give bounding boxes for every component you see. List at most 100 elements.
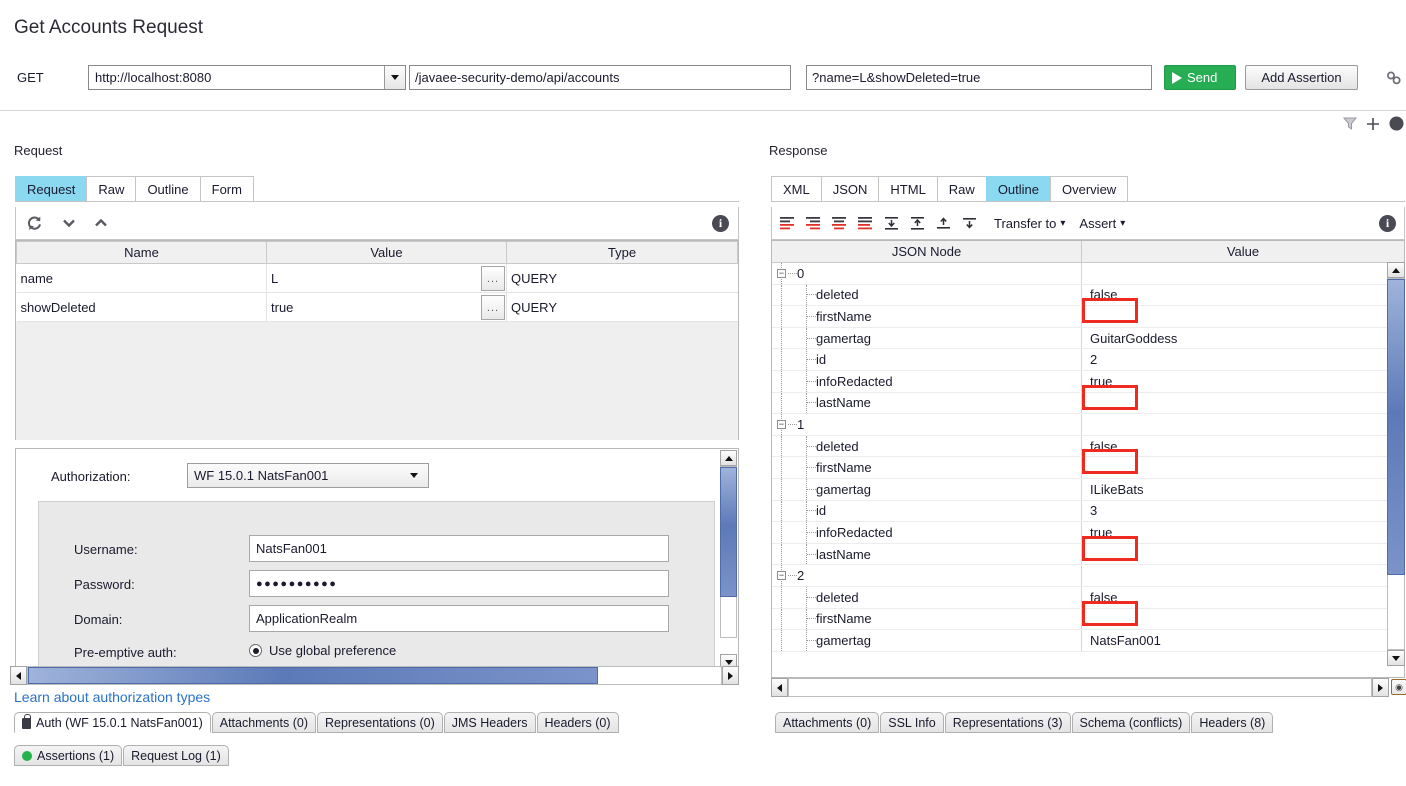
param-name-cell[interactable]: showDeleted [16, 292, 267, 322]
json-outline-row[interactable]: gamertag ILikeBats [772, 478, 1404, 501]
scroll-right-button[interactable] [1372, 678, 1389, 697]
response-hscroll-track[interactable] [788, 678, 1372, 697]
align-left-icon[interactable] [780, 216, 798, 231]
json-outline-row[interactable]: gamertag GuitarGoddess [772, 327, 1404, 350]
scroll-corner-icon[interactable]: ◉ [1391, 679, 1406, 695]
json-value-cell[interactable]: GuitarGoddess [1082, 328, 1404, 349]
json-node-cell[interactable]: lastName [772, 543, 1082, 565]
tab-response-json[interactable]: JSON [820, 176, 880, 202]
collapse-toggle-icon[interactable]: − [777, 419, 786, 429]
chevron-up-icon[interactable] [94, 217, 108, 229]
align-center-icon[interactable] [832, 216, 850, 231]
json-node-cell[interactable]: −2 [772, 565, 1082, 586]
endpoint-combo[interactable]: http://localhost:8080 [88, 65, 406, 90]
json-outline-row[interactable]: firstName [772, 298, 1404, 328]
response-vscroll-thumb[interactable] [1387, 279, 1405, 575]
json-value-cell[interactable] [1082, 298, 1404, 327]
json-outline-row[interactable]: −0 [772, 263, 1404, 285]
response-horizontal-scrollbar[interactable]: ◉ [771, 678, 1406, 698]
collapse-toggle-icon[interactable]: − [777, 268, 786, 278]
json-node-cell[interactable]: lastName [772, 392, 1082, 414]
json-node-cell[interactable]: infoRedacted [772, 522, 1082, 543]
plus-icon[interactable] [1366, 117, 1380, 134]
param-value-editor-button[interactable]: ... [481, 295, 505, 320]
json-value-cell[interactable] [1082, 600, 1404, 630]
json-node-cell[interactable]: id [772, 500, 1082, 522]
json-outline-row[interactable]: lastName [772, 535, 1404, 566]
align-justify-icon[interactable] [858, 216, 876, 231]
scroll-up-button[interactable] [1387, 262, 1405, 278]
json-node-cell[interactable]: −0 [772, 263, 1082, 284]
preemptive-auth-radio[interactable]: Use global preference [249, 643, 396, 658]
table-row[interactable]: showDeleted true... QUERY [16, 292, 738, 322]
filter-icon[interactable] [1342, 117, 1358, 133]
json-value-cell[interactable]: NatsFan001 [1082, 630, 1404, 651]
json-node-cell[interactable]: id [772, 349, 1082, 370]
expand-node-icon[interactable] [962, 216, 980, 231]
json-value-cell[interactable] [1082, 535, 1404, 565]
info-icon[interactable]: i [712, 214, 729, 232]
query-string-input[interactable]: ?name=L&showDeleted=true [806, 65, 1152, 90]
table-row[interactable]: name L... QUERY [16, 263, 738, 293]
scroll-up-button[interactable] [720, 450, 737, 466]
password-input[interactable]: ●●●●●●●●●● [249, 570, 669, 597]
collapse-all-icon[interactable] [910, 216, 928, 231]
json-node-cell[interactable]: deleted [772, 435, 1082, 457]
tab-request-raw[interactable]: Raw [86, 176, 137, 202]
expand-all-icon[interactable] [884, 216, 902, 231]
json-outline-row[interactable]: id 2 [772, 349, 1404, 371]
tab-request-request[interactable]: Request [15, 176, 88, 202]
tab-response-html[interactable]: HTML [878, 176, 938, 202]
tab-request-outline[interactable]: Outline [135, 176, 201, 202]
endpoint-dropdown-button[interactable] [384, 66, 405, 89]
json-value-cell[interactable]: 2 [1082, 349, 1404, 370]
request-tab-representations-0[interactable]: Representations (0) [316, 712, 443, 733]
json-value-cell[interactable] [1082, 449, 1404, 478]
chevron-down-icon[interactable] [62, 217, 76, 229]
request-tab-assertions-1[interactable]: Assertions (1) [14, 745, 123, 766]
json-outline-row[interactable]: id 3 [772, 500, 1404, 523]
tab-request-form[interactable]: Form [199, 176, 254, 202]
response-tab-headers-8[interactable]: Headers (8) [1191, 712, 1274, 733]
param-name-cell[interactable]: name [16, 263, 267, 293]
json-node-cell[interactable]: firstName [772, 608, 1082, 630]
json-node-cell[interactable]: deleted [772, 284, 1082, 306]
json-outline-row[interactable]: gamertag NatsFan001 [772, 630, 1404, 652]
json-node-cell[interactable]: deleted [772, 586, 1082, 608]
request-tab-attachments-0[interactable]: Attachments (0) [211, 712, 316, 733]
json-node-cell[interactable]: gamertag [772, 630, 1082, 651]
resource-path-input[interactable]: /javaee-security-demo/api/accounts [409, 65, 791, 90]
json-value-cell[interactable] [1082, 384, 1404, 414]
json-node-cell[interactable]: gamertag [772, 478, 1082, 500]
param-type-cell[interactable]: QUERY [506, 263, 738, 293]
request-tab-headers-0[interactable]: Headers (0) [536, 712, 619, 733]
scroll-left-button[interactable] [771, 678, 788, 697]
json-outline-row[interactable]: firstName [772, 600, 1404, 631]
link-icon[interactable] [1386, 70, 1402, 89]
json-node-cell[interactable]: −1 [772, 414, 1082, 435]
scroll-left-button[interactable] [10, 666, 27, 685]
auth-scroll-thumb[interactable] [720, 467, 737, 597]
add-assertion-button[interactable]: Add Assertion [1245, 65, 1358, 90]
align-right-icon[interactable] [806, 216, 824, 231]
collapse-node-icon[interactable] [936, 216, 954, 231]
json-node-cell[interactable]: infoRedacted [772, 370, 1082, 392]
param-value-cell[interactable]: true... [266, 292, 507, 322]
response-vertical-scrollbar[interactable] [1387, 262, 1405, 666]
json-value-cell[interactable] [1082, 414, 1404, 435]
tab-response-outline[interactable]: Outline [985, 176, 1052, 202]
circle-icon[interactable] [1389, 116, 1404, 134]
param-type-cell[interactable]: QUERY [506, 292, 738, 322]
transfer-to-menu[interactable]: Transfer to ▾ [994, 216, 1065, 231]
scroll-right-button[interactable] [722, 666, 739, 685]
json-node-cell[interactable]: firstName [772, 306, 1082, 327]
collapse-toggle-icon[interactable]: − [777, 571, 786, 581]
json-value-cell[interactable]: 3 [1082, 501, 1404, 522]
request-tab-request-log-1[interactable]: Request Log (1) [123, 745, 229, 766]
request-hscroll-thumb[interactable] [28, 667, 598, 684]
response-tab-attachments-0[interactable]: Attachments (0) [775, 712, 880, 733]
json-outline-row[interactable]: −1 [772, 414, 1404, 436]
send-button[interactable]: Send [1164, 65, 1236, 90]
request-tab-jms-headers[interactable]: JMS Headers [443, 712, 536, 733]
json-value-cell[interactable] [1082, 263, 1404, 284]
